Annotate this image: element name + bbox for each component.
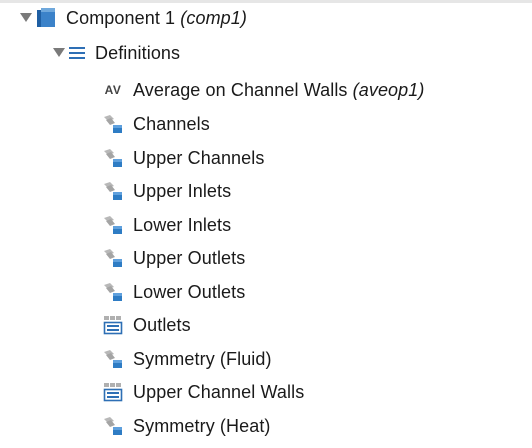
tree-node-label: Upper Outlets xyxy=(133,247,246,268)
tree-node-label: Channels xyxy=(133,113,210,134)
tree-node-label: Outlets xyxy=(133,314,191,335)
selection-domain-icon xyxy=(103,215,123,235)
selection-domain-icon xyxy=(103,181,123,201)
tree-node-selection[interactable]: Lower Outlets xyxy=(103,277,245,307)
tree-node-label: Symmetry (Heat) xyxy=(133,415,271,436)
selection-domain-icon xyxy=(103,248,123,268)
tree-node-partial-icon xyxy=(103,442,123,448)
expand-triangle-icon[interactable] xyxy=(19,3,32,33)
tree-node-selection[interactable]: Channels xyxy=(103,109,210,139)
tree-node-selection[interactable]: Symmetry (Heat) xyxy=(103,411,271,441)
union-selection-icon xyxy=(103,315,123,335)
tree-node-label: Upper Channels xyxy=(133,147,265,168)
union-selection-icon xyxy=(103,382,123,402)
tree-node-tag: (comp1) xyxy=(180,7,247,28)
tree-node-selection[interactable]: Upper Channels xyxy=(103,143,264,173)
component-cube-icon xyxy=(36,8,56,28)
tree-node-label: Component 1 (comp1) xyxy=(66,7,247,28)
tree-node-label: Upper Channel Walls xyxy=(133,381,305,402)
tree-node-label: Symmetry (Fluid) xyxy=(133,348,272,369)
list-lines-icon xyxy=(69,43,85,63)
selection-domain-icon xyxy=(103,349,123,369)
tree-node-label: Upper Inlets xyxy=(133,180,232,201)
selection-domain-icon xyxy=(103,282,123,302)
tree-node-label: Definitions xyxy=(95,42,181,63)
tree-node-selection[interactable]: Symmetry (Fluid) xyxy=(103,344,272,374)
tree-node-union-selection[interactable]: Outlets xyxy=(103,310,191,340)
selection-domain-icon xyxy=(103,114,123,134)
tree-node-definitions[interactable]: Definitions xyxy=(52,38,180,68)
selection-domain-icon xyxy=(103,416,123,436)
tree-node-tag: (aveop1) xyxy=(352,79,425,100)
tree-node-label: Average on Channel Walls (aveop1) xyxy=(133,79,425,100)
expand-triangle-icon[interactable] xyxy=(52,38,65,68)
selection-domain-icon xyxy=(103,148,123,168)
tree-node-component[interactable]: Component 1 (comp1) xyxy=(19,3,247,33)
tree-node-selection[interactable]: Upper Inlets xyxy=(103,176,231,206)
tree-node-selection[interactable]: Upper Outlets xyxy=(103,243,245,273)
tree-node-union-selection[interactable]: Upper Channel Walls xyxy=(103,377,304,407)
average-operator-av-icon: AV xyxy=(104,83,122,97)
tree-node-label: Lower Outlets xyxy=(133,281,246,302)
tree-node-label: Lower Inlets xyxy=(133,214,232,235)
tree-node-average-operator[interactable]: AV Average on Channel Walls (aveop1) xyxy=(103,75,425,105)
tree-node-selection[interactable]: Lower Inlets xyxy=(103,210,231,240)
